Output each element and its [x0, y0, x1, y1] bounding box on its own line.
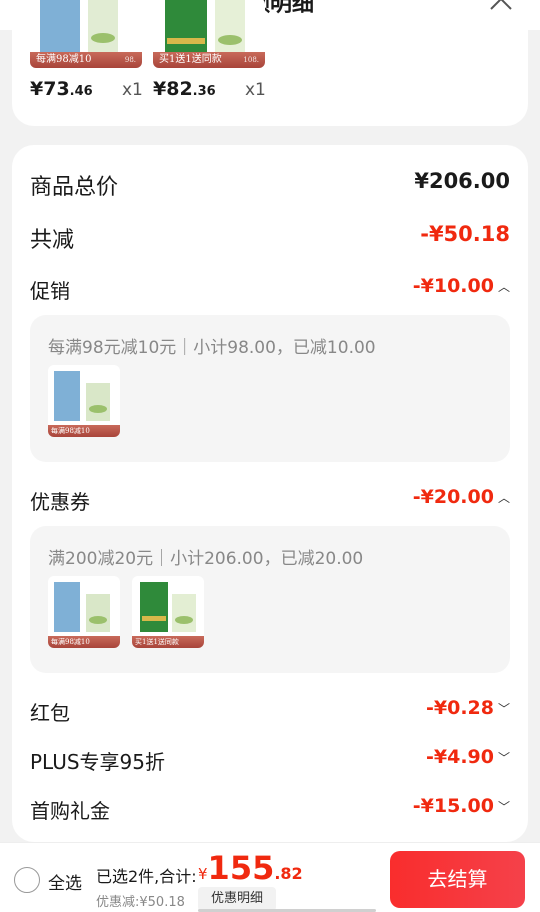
- promotion-value: -¥10.00: [412, 275, 494, 297]
- goods-total-label: 商品总价: [30, 175, 119, 200]
- product-image[interactable]: 买1送1送同款 108.: [153, 0, 265, 68]
- chevron-down-icon[interactable]: ﹀: [498, 700, 510, 717]
- coupon-product-thumb[interactable]: 买1送1送同款: [132, 576, 204, 648]
- first-gift-label: 首购礼金: [30, 799, 110, 823]
- red-packet-label: 红包: [30, 701, 70, 725]
- promotion-label: 促销: [30, 279, 70, 303]
- goods-total-value: ¥206.00: [414, 169, 510, 193]
- selected-summary: 已选2件,合计:: [96, 867, 197, 886]
- promotion-detail-text: 每满98元减10元｜小计98.00，已减10.00: [48, 338, 376, 358]
- coupon-row[interactable]: 优惠券 -¥20.00 ︿: [30, 486, 510, 516]
- plus-discount-label: PLUS专享95折: [30, 750, 165, 774]
- total-reduce-value: -¥50.18: [420, 222, 510, 246]
- close-icon[interactable]: [488, 0, 514, 12]
- promo-band: 每满98减10: [48, 425, 120, 437]
- select-all-radio[interactable]: [14, 867, 40, 893]
- goods-total-row: 商品总价 ¥206.00: [30, 169, 510, 200]
- coupon-value: -¥20.00: [412, 486, 494, 508]
- total-reduce-label: 共减: [30, 228, 75, 253]
- total-price: ¥155.82: [198, 849, 303, 887]
- item-price: ¥82.36: [153, 78, 216, 100]
- checkout-bar: 全选 已选2件,合计: ¥155.82 优惠减:¥50.18 优惠明细 去结算: [0, 842, 540, 912]
- red-packet-row[interactable]: 红包 -¥0.28 ﹀: [30, 697, 510, 727]
- select-all-label[interactable]: 全选: [48, 869, 82, 894]
- checkout-button[interactable]: 去结算: [390, 851, 525, 908]
- promo-band: 每满98减10 98.: [30, 52, 142, 68]
- promo-band: 买1送1送同款: [132, 636, 204, 648]
- chevron-down-icon[interactable]: ﹀: [498, 749, 510, 766]
- chevron-down-icon[interactable]: ﹀: [498, 798, 510, 815]
- item-qty: x1: [122, 80, 143, 100]
- item-qty: x1: [245, 80, 266, 100]
- promotion-row[interactable]: 促销 -¥10.00 ︿: [30, 275, 510, 305]
- chevron-up-icon[interactable]: ︿: [498, 489, 510, 506]
- product-image[interactable]: 每满98减10 98.: [30, 0, 142, 68]
- total-reduce-row: 共减 -¥50.18: [30, 222, 510, 253]
- chevron-up-icon[interactable]: ︿: [498, 278, 510, 295]
- price-breakdown-card: 商品总价 ¥206.00 共减 -¥50.18 促销 -¥10.00 ︿ 每满98…: [12, 145, 528, 842]
- promotion-product-thumb[interactable]: 每满98减10: [48, 365, 120, 437]
- first-gift-value: -¥15.00: [412, 795, 494, 817]
- promotion-detail-panel: 每满98元减10元｜小计98.00，已减10.00 每满98减10: [30, 315, 510, 462]
- first-gift-row[interactable]: 首购礼金 -¥15.00 ﹀: [30, 795, 510, 825]
- discount-summary: 优惠减:¥50.18: [96, 895, 185, 910]
- coupon-product-thumb[interactable]: 每满98减10: [48, 576, 120, 648]
- coupon-label: 优惠券: [30, 490, 90, 514]
- coupon-detail-text: 满200减20元｜小计206.00，已减20.00: [48, 549, 364, 569]
- promo-band: 每满98减10: [48, 636, 120, 648]
- discount-detail-button[interactable]: 优惠明细: [198, 887, 276, 911]
- plus-discount-row[interactable]: PLUS专享95折 -¥4.90 ﹀: [30, 746, 510, 776]
- promo-band: 买1送1送同款 108.: [153, 52, 265, 68]
- plus-discount-value: -¥4.90: [426, 746, 494, 768]
- red-packet-value: -¥0.28: [426, 697, 494, 719]
- item-price: ¥73.46: [30, 78, 93, 100]
- coupon-detail-panel: 满200减20元｜小计206.00，已减20.00 每满98减10 买1送1送同…: [30, 526, 510, 673]
